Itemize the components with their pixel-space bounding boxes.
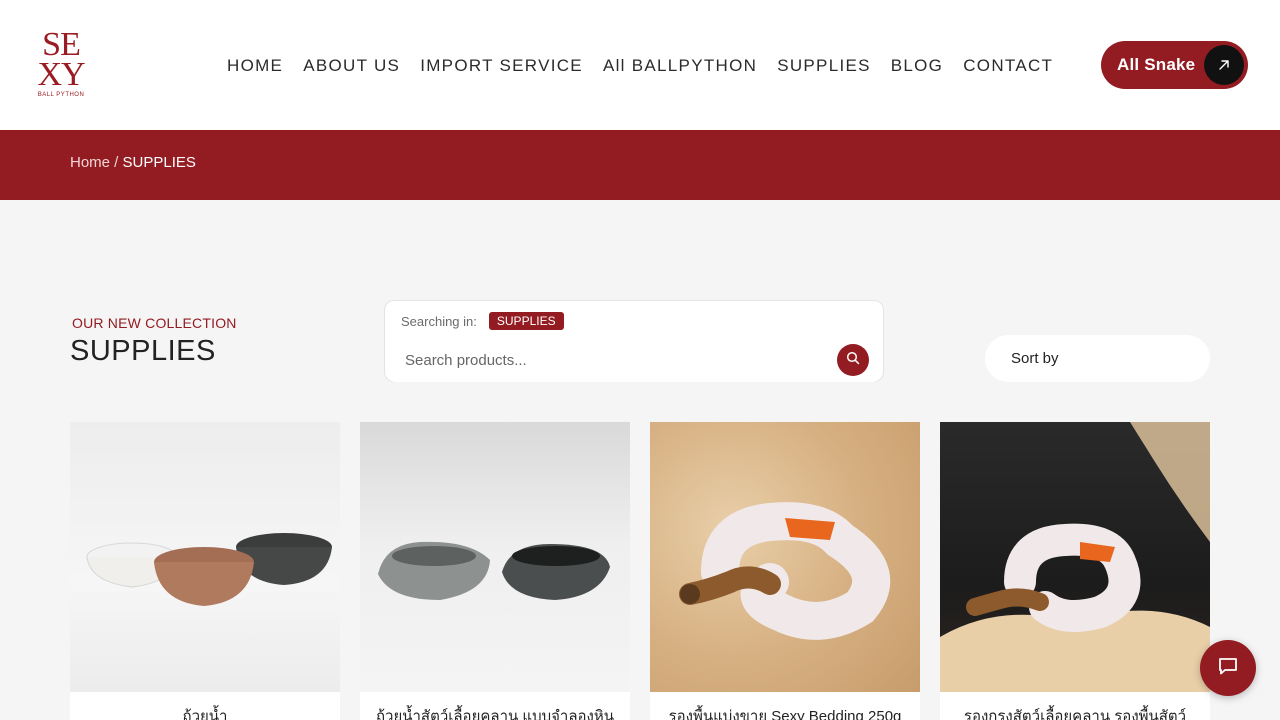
product-card[interactable]: ถ้วยน้ำ bbox=[70, 422, 340, 720]
main-nav: HOME ABOUT US IMPORT SERVICE All BALLPYT… bbox=[227, 56, 1073, 76]
site-logo[interactable]: SE XY BALL PYTHON bbox=[30, 28, 92, 100]
product-search: Searching in: SUPPLIES bbox=[384, 300, 884, 382]
product-name[interactable]: ถ้วยน้ำ bbox=[70, 704, 340, 720]
nav-item-blog[interactable]: BLOG bbox=[891, 56, 943, 76]
sort-label: Sort by bbox=[1011, 350, 1059, 367]
product-name[interactable]: รองพื้นแบ่งขาย Sexy Bedding 250g bbox=[650, 704, 920, 720]
search-icon bbox=[846, 351, 860, 370]
chat-icon bbox=[1217, 655, 1239, 682]
nav-item-all-ballpython[interactable]: All BALLPYTHON bbox=[603, 56, 757, 76]
search-scope-tag[interactable]: SUPPLIES bbox=[488, 312, 564, 330]
nav-item-about-us[interactable]: ABOUT US bbox=[303, 56, 400, 76]
product-image[interactable] bbox=[70, 422, 340, 692]
search-input[interactable] bbox=[386, 338, 882, 382]
all-snake-button-label: All Snake bbox=[1117, 55, 1196, 74]
breadcrumb-home-link[interactable]: Home bbox=[70, 154, 110, 171]
product-card[interactable]: รองกรงสัตว์เลื้อยคลาน รองพื้นสัตว์ bbox=[940, 422, 1210, 720]
arrow-up-right-icon bbox=[1204, 45, 1244, 85]
section-kicker: OUR NEW COLLECTION bbox=[72, 315, 237, 331]
chat-button[interactable] bbox=[1200, 640, 1256, 696]
product-card[interactable]: ถ้วยน้ำสัตว์เลื้อยคลาน แบบจำลองหิน bbox=[360, 422, 630, 720]
logo-line-2: XY bbox=[37, 56, 85, 93]
site-header: SE XY BALL PYTHON HOME ABOUT US IMPORT S… bbox=[0, 0, 1280, 130]
nav-item-import-service[interactable]: IMPORT SERVICE bbox=[420, 56, 583, 76]
product-image[interactable] bbox=[940, 422, 1210, 692]
nav-item-supplies[interactable]: SUPPLIES bbox=[777, 56, 871, 76]
nav-item-home[interactable]: HOME bbox=[227, 56, 283, 76]
breadcrumb-band: Home / SUPPLIES bbox=[0, 130, 1280, 200]
logo-tagline: BALL PYTHON bbox=[37, 92, 85, 98]
breadcrumb-current: SUPPLIES bbox=[122, 154, 196, 171]
product-name[interactable]: รองกรงสัตว์เลื้อยคลาน รองพื้นสัตว์ bbox=[940, 704, 1210, 720]
breadcrumb-separator: / bbox=[110, 154, 123, 171]
search-button[interactable] bbox=[837, 344, 869, 376]
product-image[interactable] bbox=[360, 422, 630, 692]
product-image[interactable] bbox=[650, 422, 920, 692]
product-name[interactable]: ถ้วยน้ำสัตว์เลื้อยคลาน แบบจำลองหิน bbox=[360, 704, 630, 720]
page-title: SUPPLIES bbox=[70, 335, 216, 367]
product-card[interactable]: รองพื้นแบ่งขาย Sexy Bedding 250g bbox=[650, 422, 920, 720]
nav-item-contact[interactable]: CONTACT bbox=[963, 56, 1053, 76]
sort-select[interactable]: Sort by bbox=[985, 335, 1210, 382]
search-scope-label: Searching in: bbox=[401, 313, 477, 329]
breadcrumb: Home / SUPPLIES bbox=[70, 154, 196, 171]
search-scope: Searching in: SUPPLIES bbox=[401, 312, 564, 330]
all-snake-button[interactable]: All Snake bbox=[1101, 41, 1248, 89]
